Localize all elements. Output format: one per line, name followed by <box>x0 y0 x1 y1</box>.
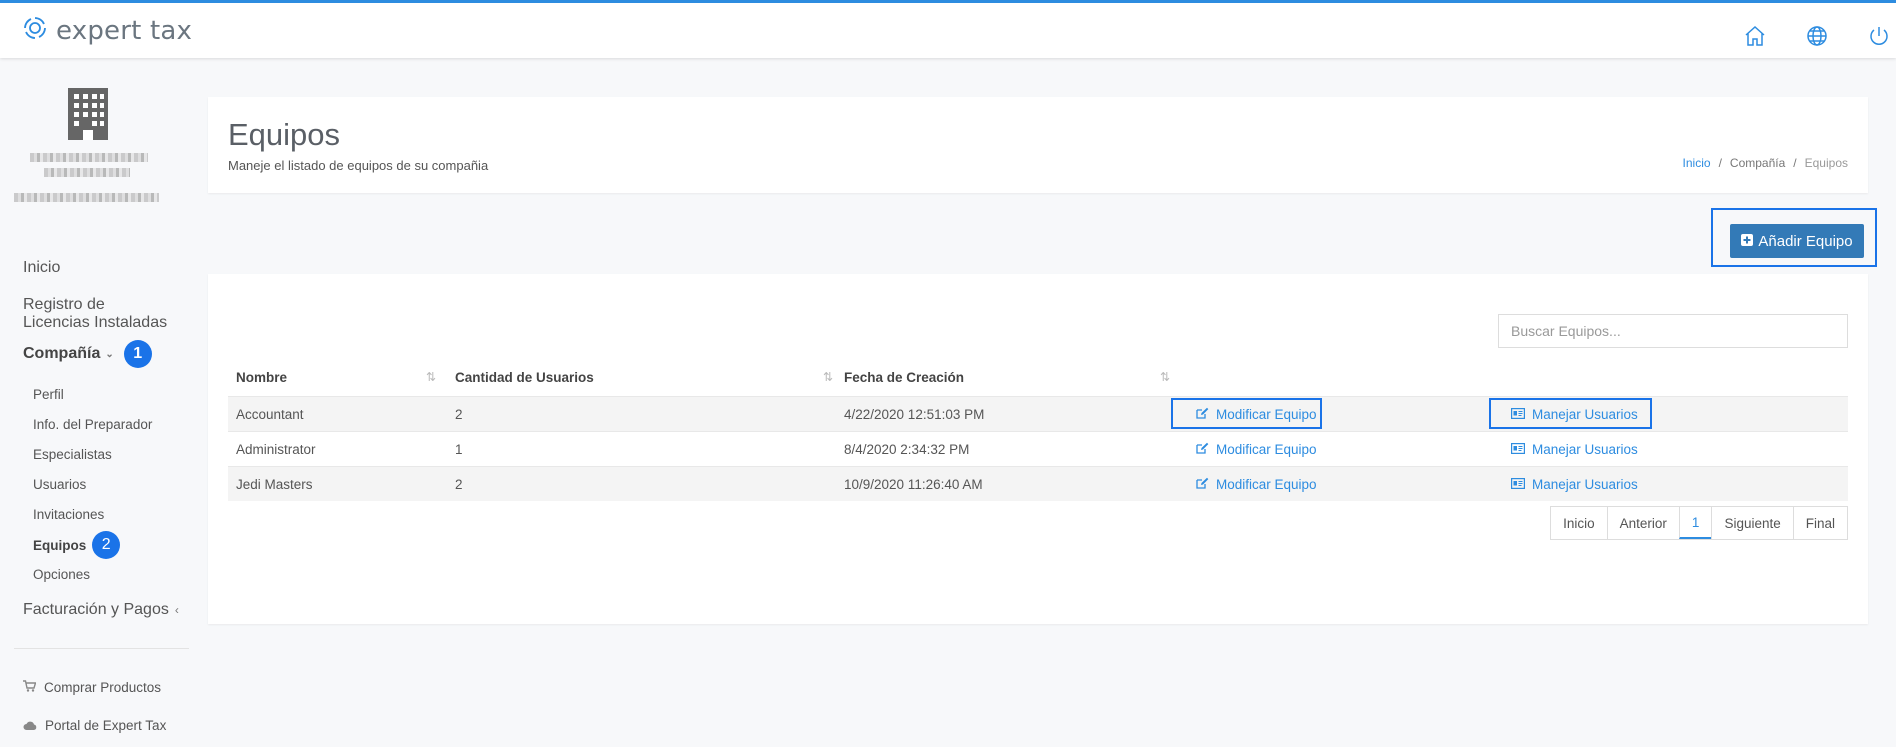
manage-users-highlight <box>1489 398 1652 429</box>
nav-comprar-productos[interactable]: Comprar Productos <box>23 680 161 695</box>
blurred-company-name <box>30 153 148 162</box>
column-header-cantidad[interactable]: Cantidad de Usuarios <box>447 358 837 396</box>
nav-info-preparador[interactable]: Info. del Preparador <box>33 417 152 432</box>
search-input[interactable]: Buscar Equipos... <box>1498 314 1848 348</box>
edit-icon <box>1196 477 1209 492</box>
blurred-company-email <box>14 193 159 202</box>
breadcrumb: Inicio / Compañía / Equipos <box>1683 156 1848 170</box>
edit-icon <box>1196 442 1209 457</box>
top-bar: expert tax <box>0 0 1896 58</box>
page-title: Equipos <box>228 117 341 152</box>
nav-registro-licencias[interactable]: Registro de Licencias Instaladas <box>23 296 173 332</box>
power-icon[interactable] <box>1864 21 1894 51</box>
nav-perfil[interactable]: Perfil <box>33 387 64 402</box>
nav-usuarios[interactable]: Usuarios <box>33 477 86 492</box>
building-icon <box>66 88 110 145</box>
nav-portal-expert-tax[interactable]: Portal de Expert Tax <box>23 718 166 733</box>
chevron-down-icon: ⌄ <box>105 348 114 360</box>
logo-text: expert tax <box>56 15 193 46</box>
nav-equipos-label: Equipos <box>33 537 87 553</box>
nav-facturacion-label: Facturación y Pagos <box>23 601 169 618</box>
page-current-button[interactable]: 1 <box>1678 507 1712 539</box>
page-last-button[interactable]: Final <box>1792 507 1847 539</box>
sort-icon[interactable]: ⇅ <box>1160 370 1170 384</box>
manage-users-link[interactable]: Manejar Usuarios <box>1503 467 1638 502</box>
nav-portal-label: Portal de Expert Tax <box>45 718 167 733</box>
nav-especialistas[interactable]: Especialistas <box>33 447 112 462</box>
breadcrumb-separator: / <box>1718 156 1722 170</box>
step-badge-2: 2 <box>92 531 121 559</box>
id-card-icon <box>1511 477 1526 492</box>
nav-opciones[interactable]: Opciones <box>33 567 90 582</box>
sort-asc-icon[interactable]: ⇅ <box>426 370 436 384</box>
nav-inicio[interactable]: Inicio <box>23 259 60 277</box>
manage-users-link[interactable]: Manejar Usuarios <box>1503 432 1638 467</box>
cell-nombre: Accountant <box>236 407 304 422</box>
breadcrumb-separator: / <box>1793 156 1797 170</box>
teams-panel: Buscar Equipos... Nombre ⇅ Cantidad de U… <box>208 274 1868 624</box>
edit-team-link[interactable]: Modificar Equipo <box>1188 467 1317 502</box>
chevron-left-icon: ‹ <box>174 603 179 617</box>
column-header-nombre[interactable]: Nombre <box>228 358 448 396</box>
cell-nombre: Jedi Masters <box>236 477 313 492</box>
nav-invitaciones[interactable]: Invitaciones <box>33 507 104 522</box>
edit-team-link[interactable]: Modificar Equipo <box>1188 432 1317 467</box>
table-row: Jedi Masters 2 10/9/2020 11:26:40 AM Mod… <box>228 466 1848 501</box>
home-icon[interactable] <box>1740 21 1770 51</box>
cell-cantidad: 2 <box>455 407 463 422</box>
logo-icon <box>22 15 48 46</box>
globe-icon[interactable] <box>1802 21 1832 51</box>
cloud-icon <box>23 718 37 733</box>
sidebar: Inicio Registro de Licencias Instaladas … <box>0 58 200 747</box>
page-subtitle: Maneje el listado de equipos de su compa… <box>228 158 489 173</box>
id-card-icon <box>1511 442 1526 457</box>
breadcrumb-compania: Compañía <box>1729 156 1786 170</box>
page-header: Equipos Maneje el listado de equipos de … <box>208 97 1868 193</box>
add-team-label: Añadir Equipo <box>1758 232 1853 250</box>
breadcrumb-equipos: Equipos <box>1804 156 1848 170</box>
sort-icon[interactable]: ⇅ <box>823 370 833 384</box>
table-row: Administrator 1 8/4/2020 2:34:32 PM Modi… <box>228 431 1848 466</box>
column-header-fecha[interactable]: Fecha de Creación <box>836 358 1176 396</box>
cell-cantidad: 1 <box>455 442 463 457</box>
cart-icon <box>23 680 37 695</box>
cell-fecha: 8/4/2020 2:34:32 PM <box>844 442 970 457</box>
nav-facturacion[interactable]: Facturación y Pagos ‹ <box>23 601 179 619</box>
cell-fecha: 10/9/2020 11:26:40 AM <box>844 477 983 492</box>
plus-square-icon <box>1741 233 1754 250</box>
sidebar-divider <box>14 648 189 649</box>
nav-compania-label: Compañía <box>23 345 101 362</box>
step-badge-1: 1 <box>123 340 152 368</box>
app-logo[interactable]: expert tax <box>22 15 192 46</box>
add-team-button[interactable]: Añadir Equipo <box>1730 224 1864 258</box>
cell-nombre: Administrator <box>236 442 316 457</box>
breadcrumb-inicio[interactable]: Inicio <box>1683 156 1711 170</box>
nav-comprar-label: Comprar Productos <box>44 680 162 695</box>
blurred-company-detail <box>44 168 130 177</box>
page-first-button[interactable]: Inicio <box>1551 507 1607 539</box>
nav-equipos[interactable]: Equipos 2 <box>33 531 121 559</box>
page-prev-button[interactable]: Anterior <box>1606 507 1679 539</box>
pagination: Inicio Anterior 1 Siguiente Final <box>1550 506 1848 540</box>
cell-cantidad: 2 <box>455 477 463 492</box>
cell-fecha: 4/22/2020 12:51:03 PM <box>844 407 985 422</box>
edit-link-highlight <box>1171 398 1322 429</box>
page-next-button[interactable]: Siguiente <box>1711 507 1792 539</box>
nav-compania[interactable]: Compañía ⌄ 1 <box>23 340 152 368</box>
